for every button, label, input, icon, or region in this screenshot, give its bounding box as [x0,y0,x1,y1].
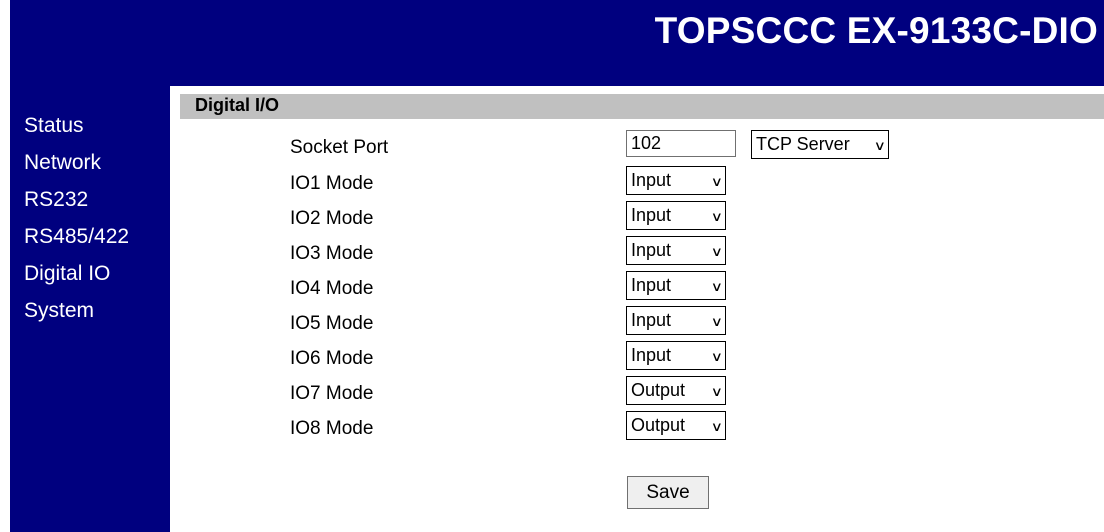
io6-mode-label: IO6 Mode [290,348,374,369]
io7-mode-value: Output [631,380,686,400]
io3-mode-select[interactable]: Input ∨ [626,236,726,265]
header-banner: TOPSCCC EX-9133C-DIO [10,0,1104,86]
io7-mode-select[interactable]: Output ∨ [626,376,726,405]
chevron-down-icon: ∨ [711,384,724,399]
nav-item-status[interactable]: Status [24,114,129,138]
chevron-down-icon: ∨ [711,419,724,434]
socket-port-input[interactable] [626,130,736,157]
io8-mode-select[interactable]: Output ∨ [626,411,726,440]
socket-port-row: Socket Port TCP Server ∨ [180,130,1104,165]
nav-item-digital-io[interactable]: Digital IO [24,262,129,286]
io-mode-row: IO8 Mode Output ∨ [180,411,1104,446]
nav-item-rs232[interactable]: RS232 [24,188,129,212]
io5-mode-label: IO5 Mode [290,313,374,334]
io2-mode-label: IO2 Mode [290,208,374,229]
io5-mode-value: Input [631,310,672,330]
io1-mode-label: IO1 Mode [290,173,374,194]
chevron-down-icon: ∨ [711,349,724,364]
nav-item-system[interactable]: System [24,299,129,323]
io3-mode-label: IO3 Mode [290,243,374,264]
chevron-down-icon: ∨ [711,174,724,189]
nav-menu: Status Network RS232 RS485/422 Digital I… [24,114,129,336]
chevron-down-icon: ∨ [711,244,724,259]
chevron-down-icon: ∨ [711,314,724,329]
chevron-down-icon: ∨ [874,138,887,153]
io8-mode-value: Output [631,415,686,435]
io6-mode-value: Input [631,345,672,365]
io-mode-row: IO4 Mode Input ∨ [180,271,1104,306]
io2-mode-value: Input [631,205,672,225]
chevron-down-icon: ∨ [711,209,724,224]
io4-mode-value: Input [631,275,672,295]
io6-mode-select[interactable]: Input ∨ [626,341,726,370]
section-title: Digital I/O [195,95,280,115]
chevron-down-icon: ∨ [711,279,724,294]
section-header: Digital I/O [180,94,1104,119]
socket-port-label: Socket Port [290,137,389,158]
io1-mode-value: Input [631,170,672,190]
save-button[interactable]: Save [627,476,709,509]
protocol-select-value: TCP Server [756,134,850,154]
io4-mode-select[interactable]: Input ∨ [626,271,726,300]
io-mode-row: IO7 Mode Output ∨ [180,376,1104,411]
io1-mode-select[interactable]: Input ∨ [626,166,726,195]
io-mode-row: IO2 Mode Input ∨ [180,201,1104,236]
io5-mode-select[interactable]: Input ∨ [626,306,726,335]
io8-mode-label: IO8 Mode [290,418,374,439]
nav-item-network[interactable]: Network [24,151,129,175]
io2-mode-select[interactable]: Input ∨ [626,201,726,230]
device-title: TOPSCCC EX-9133C-DIO [654,10,1098,51]
io-mode-row: IO6 Mode Input ∨ [180,341,1104,376]
protocol-select[interactable]: TCP Server ∨ [751,130,889,159]
nav-item-rs485[interactable]: RS485/422 [24,225,129,249]
io-mode-row: IO5 Mode Input ∨ [180,306,1104,341]
io4-mode-label: IO4 Mode [290,278,374,299]
io3-mode-value: Input [631,240,672,260]
io7-mode-label: IO7 Mode [290,383,374,404]
io-mode-row: IO3 Mode Input ∨ [180,236,1104,271]
io-mode-row: IO1 Mode Input ∨ [180,166,1104,201]
